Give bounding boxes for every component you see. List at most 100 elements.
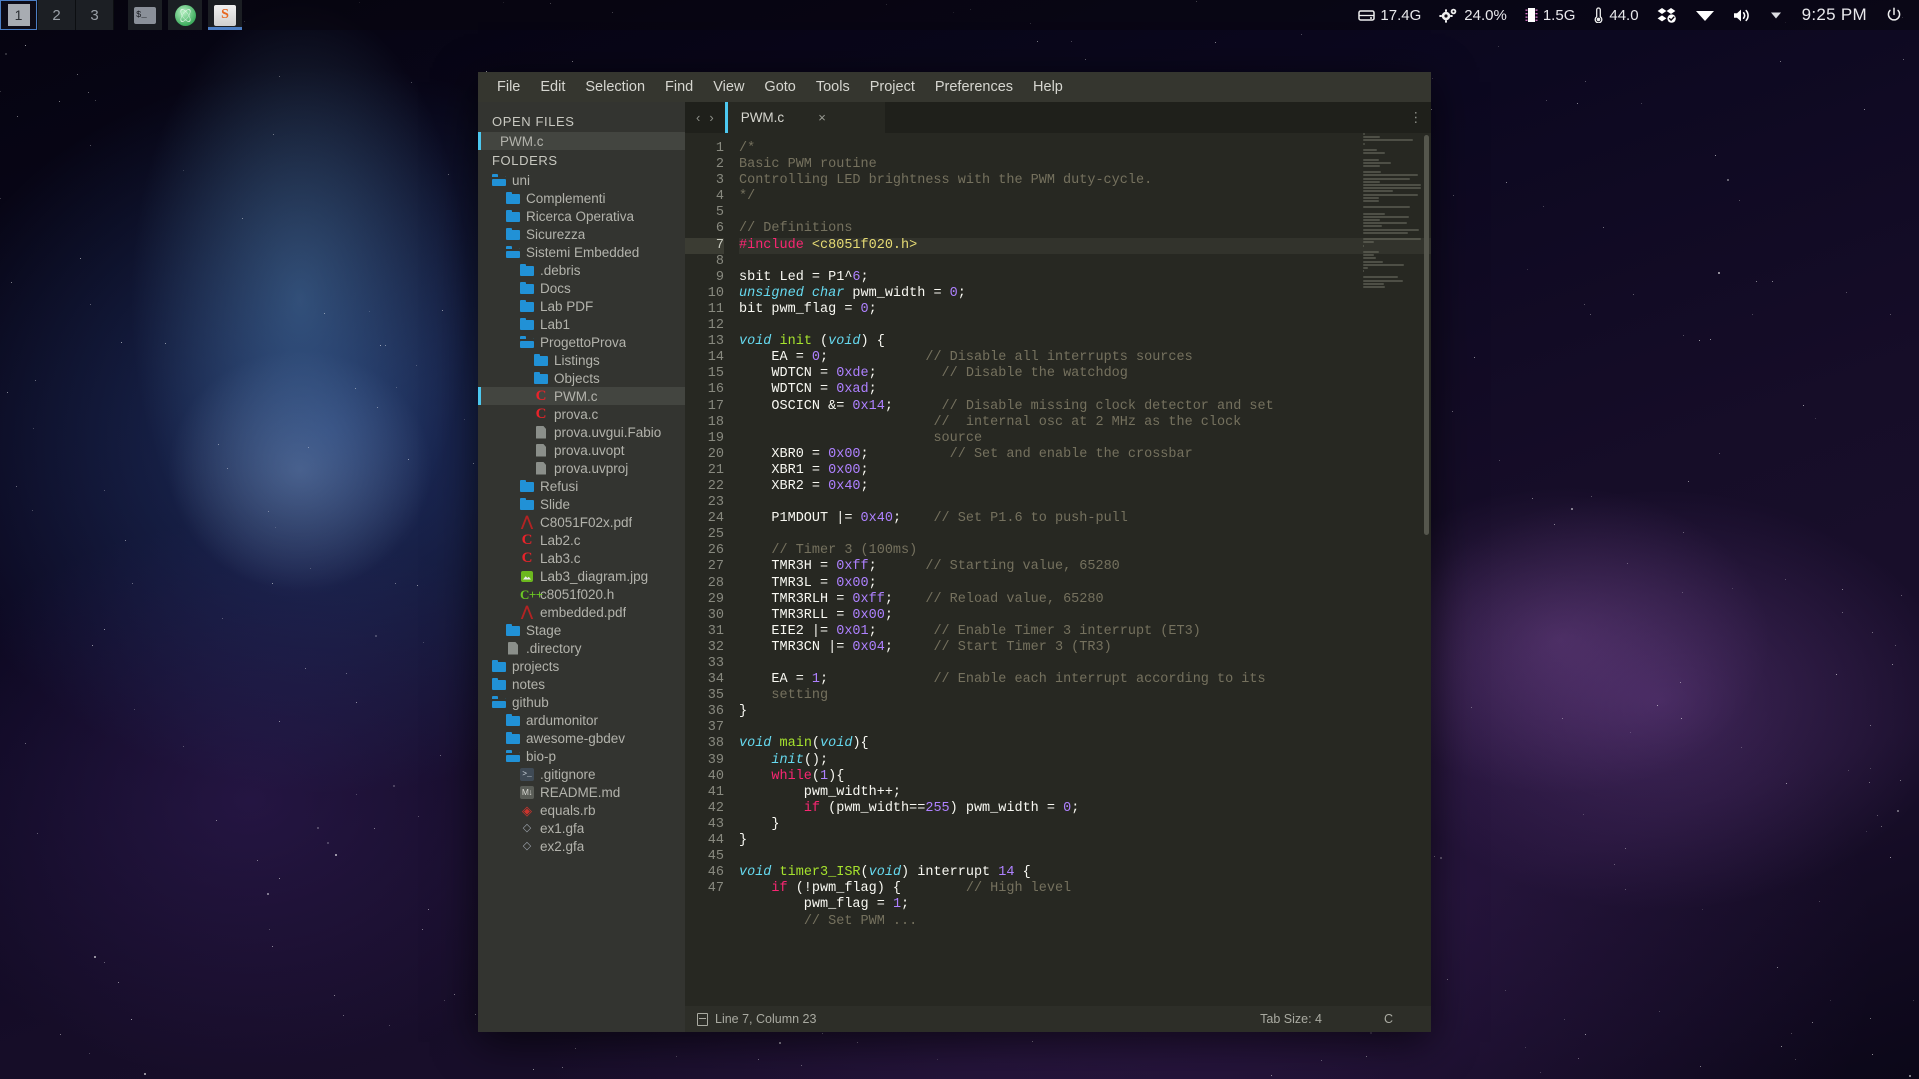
tree-item-refusi[interactable]: Refusi [478, 477, 685, 495]
clock[interactable]: 9:25 PM [1794, 5, 1875, 25]
workspace-tag-2[interactable]: 2 [38, 0, 76, 30]
line-number: 37 [707, 720, 724, 736]
tree-item-sistemi-embedded[interactable]: Sistemi Embedded [478, 243, 685, 261]
tree-item-gitignore[interactable]: >_ .gitignore [478, 765, 685, 783]
expand-tray-button[interactable] [1762, 9, 1790, 21]
line-number-gutter: 1 2 3 4 5 6 7 8 9 10 11 12 13 14 15 16 17 18 19 20 21 22 23 24 2… [685, 133, 731, 1006]
tree-item-notes[interactable]: notes [478, 675, 685, 693]
tree-item-ex1-gfa[interactable]: ◇ ex1.gfa [478, 819, 685, 837]
tree-item-label: .directory [526, 640, 582, 656]
tab-next-button[interactable]: › [709, 110, 713, 125]
tree-item-prova-c[interactable]: Cprova.c [478, 405, 685, 423]
sublime-task-button[interactable]: S [208, 0, 242, 30]
tree-item-c8051f020-h[interactable]: C++ c8051f020.h [478, 585, 685, 603]
tree-item-listings[interactable]: Listings [478, 351, 685, 369]
dropbox-status[interactable] [1650, 7, 1684, 24]
wifi-status[interactable] [1688, 8, 1722, 23]
menu-tools[interactable]: Tools [807, 75, 859, 99]
tree-item-lab3-c[interactable]: C Lab3.c [478, 549, 685, 567]
code-line: XBR2 = 0x40; [739, 478, 869, 494]
code-line: XBR0 = 0x00; // Set and enable the cross… [739, 446, 1193, 462]
tree-item-directory[interactable]: .directory [478, 639, 685, 657]
menu-file[interactable]: File [488, 75, 529, 99]
menu-help[interactable]: Help [1024, 75, 1072, 99]
atom-task-button[interactable] [168, 0, 202, 30]
tree-item-ardumonitor[interactable]: ardumonitor [478, 711, 685, 729]
tab-overflow-menu-icon[interactable]: ⋯ [1408, 111, 1425, 125]
tree-item-lab3-diagram-jpg[interactable]: Lab3_diagram.jpg [478, 567, 685, 585]
tree-item-equals-rb[interactable]: ◈ equals.rb [478, 801, 685, 819]
code-line: void main(void){ [739, 736, 869, 752]
line-number: 30 [707, 607, 724, 623]
tree-item-c8051f02x-pdf[interactable]: ⋀ C8051F02x.pdf [478, 513, 685, 531]
tab-size-setting[interactable]: Tab Size: 4 [1260, 1012, 1322, 1026]
tree-item-label: ProgettoProva [540, 334, 627, 350]
folder-icon [506, 713, 520, 727]
code-text[interactable]: /* Basic PWM routine Controlling LED brigh… [731, 133, 1431, 1006]
workspace-tag-1[interactable]: 1 [0, 0, 38, 30]
tree-item-label: projects [512, 658, 560, 674]
cursor-position[interactable]: Line 7, Column 23 [715, 1012, 816, 1026]
close-icon[interactable]: × [818, 110, 826, 125]
memory-status[interactable]: 1.5G [1518, 7, 1583, 24]
tree-item-label: Docs [540, 280, 571, 296]
tree-item-projects[interactable]: projects [478, 657, 685, 675]
open-file-item[interactable]: PWM.c [478, 132, 685, 150]
terminal-task-button[interactable]: $_ [128, 0, 162, 30]
line-number: 26 [707, 543, 724, 559]
tree-item-progettoprova[interactable]: ProgettoProva [478, 333, 685, 351]
tree-item-label: uni [512, 172, 531, 188]
menu-find[interactable]: Find [656, 75, 702, 99]
disk-status[interactable]: 17.4G [1351, 7, 1428, 24]
tree-item-ricerca-operativa[interactable]: Ricerca Operativa [478, 207, 685, 225]
vertical-scrollbar[interactable] [1424, 135, 1429, 535]
syntax-setting[interactable]: C [1384, 1012, 1393, 1026]
workspace-tag-3[interactable]: 3 [76, 0, 114, 30]
tree-item-complementi[interactable]: Complementi [478, 189, 685, 207]
tree-item-debris[interactable]: .debris [478, 261, 685, 279]
code-line: WDTCN = 0xad; [739, 382, 877, 398]
tree-item-prova-uvproj[interactable]: prova.uvproj [478, 459, 685, 477]
tree-item-label: prova.uvopt [554, 442, 625, 458]
temperature-status[interactable]: 44.0 [1586, 7, 1645, 24]
tree-item-lab-pdf[interactable]: Lab PDF [478, 297, 685, 315]
tree-item-ex2-gfa[interactable]: ◇ ex2.gfa [478, 837, 685, 855]
volume-status[interactable] [1726, 8, 1758, 23]
menu-view[interactable]: View [704, 75, 753, 99]
cpu-status[interactable]: 24.0% [1432, 7, 1514, 24]
tree-item-embedded-pdf[interactable]: ⋀ embedded.pdf [478, 603, 685, 621]
tree-item-uni[interactable]: uni [478, 171, 685, 189]
tree-item-slide[interactable]: Slide [478, 495, 685, 513]
tree-item-awesome-gbdev[interactable]: awesome-gbdev [478, 729, 685, 747]
tree-item-prova-uvopt[interactable]: prova.uvopt [478, 441, 685, 459]
file-icon [534, 426, 548, 439]
tree-item-objects[interactable]: Objects [478, 369, 685, 387]
dropbox-icon [1657, 7, 1677, 24]
tree-item-lab1[interactable]: Lab1 [478, 315, 685, 333]
tab-prev-button[interactable]: ‹ [696, 110, 700, 125]
menu-edit[interactable]: Edit [531, 75, 574, 99]
power-button[interactable] [1879, 7, 1909, 23]
tree-item-lab2-c[interactable]: C Lab2.c [478, 531, 685, 549]
code-area[interactable]: 1 2 3 4 5 6 7 8 9 10 11 12 13 14 15 16 17 18 19 20 21 22 23 24 2… [685, 133, 1431, 1006]
menu-selection[interactable]: Selection [576, 75, 654, 99]
tree-item-label: Refusi [540, 478, 579, 494]
menu-project[interactable]: Project [861, 75, 924, 99]
tree-item-sicurezza[interactable]: Sicurezza [478, 225, 685, 243]
menu-goto[interactable]: Goto [755, 75, 804, 99]
tree-item-pwm-c[interactable]: C PWM.c [478, 387, 685, 405]
sidebar[interactable]: OPEN FILES PWM.c FOLDERS uni Complementi R… [478, 102, 685, 1032]
tree-item-readme-md[interactable]: M↓ README.md [478, 783, 685, 801]
tree-item-github[interactable]: github [478, 693, 685, 711]
tree-item-prova-uvgui-fabio[interactable]: prova.uvgui.Fabio [478, 423, 685, 441]
file-icon [534, 444, 548, 457]
tree-item-docs[interactable]: Docs [478, 279, 685, 297]
tree-item-stage[interactable]: Stage [478, 621, 685, 639]
tree-item-label: Lab3.c [540, 550, 581, 566]
tab-pwm-c[interactable]: PWM.c × [724, 102, 885, 133]
folder-icon [520, 497, 534, 511]
menu-preferences[interactable]: Preferences [926, 75, 1022, 99]
tree-item-bio-p[interactable]: bio-p [478, 747, 685, 765]
code-line: sbit Led = P1^6; [739, 269, 869, 285]
